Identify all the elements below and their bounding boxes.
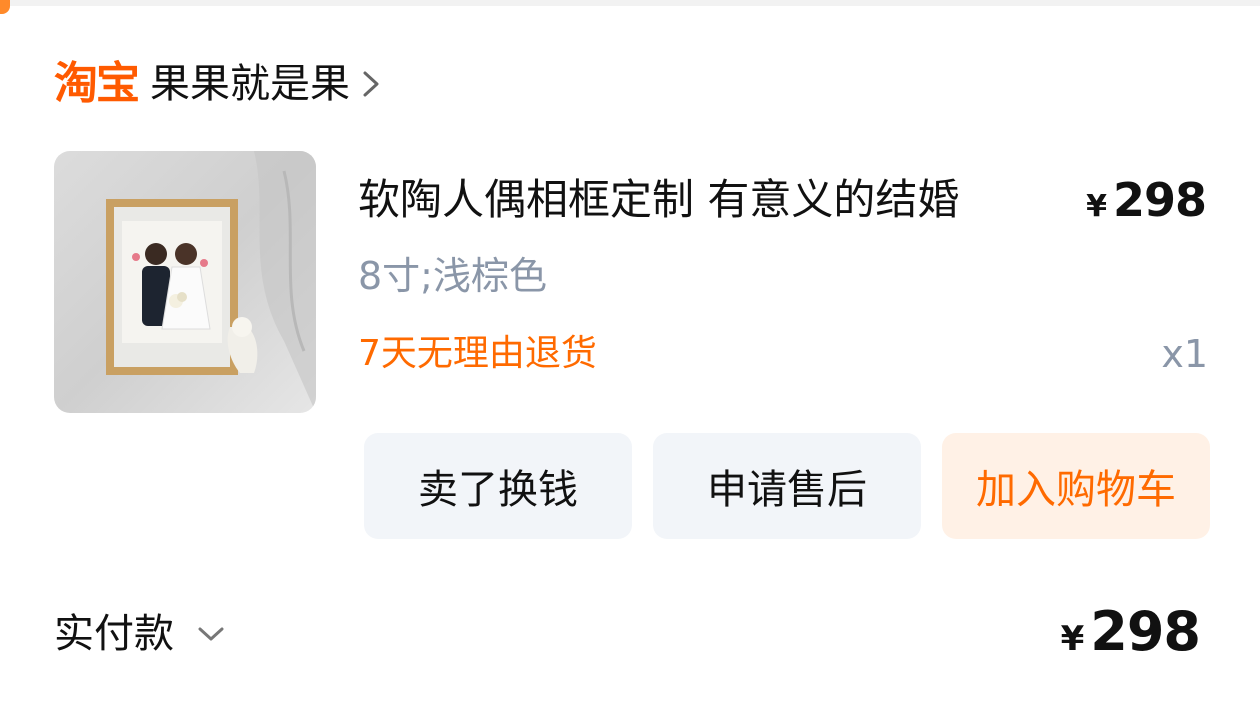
actual-payment-label: 实付款 <box>54 611 174 657</box>
shop-name[interactable]: 果果就是果 <box>150 64 350 104</box>
chevron-right-icon[interactable] <box>360 67 382 101</box>
actual-payment-toggle[interactable]: 实付款 <box>54 602 226 658</box>
price-value: 298 <box>1112 173 1207 227</box>
request-after-sales-button[interactable]: 申请售后 <box>653 433 921 539</box>
add-to-cart-button[interactable]: 加入购物车 <box>942 433 1210 539</box>
top-accent-marker <box>0 0 10 14</box>
product-title[interactable]: 软陶人偶相框定制 有意义的结婚 <box>358 172 959 228</box>
top-divider <box>0 0 1260 6</box>
product-sku: 8寸;浅棕色 <box>358 254 547 298</box>
total-value: 298 <box>1090 600 1201 663</box>
taobao-logo: 淘宝 <box>54 58 140 109</box>
currency-symbol: ¥ <box>1060 619 1085 659</box>
return-policy-tag: 7天无理由退货 <box>358 333 597 374</box>
chevron-down-icon <box>198 627 224 641</box>
product-thumbnail[interactable] <box>54 151 316 413</box>
product-price: ¥ 298 <box>1086 172 1207 228</box>
actual-payment-total: ¥ 298 <box>1061 600 1201 664</box>
currency-symbol: ¥ <box>1086 189 1107 224</box>
shop-header[interactable]: 淘宝 果果就是果 <box>54 58 382 110</box>
product-quantity: x1 <box>1161 332 1208 376</box>
sell-for-cash-button[interactable]: 卖了换钱 <box>364 433 632 539</box>
